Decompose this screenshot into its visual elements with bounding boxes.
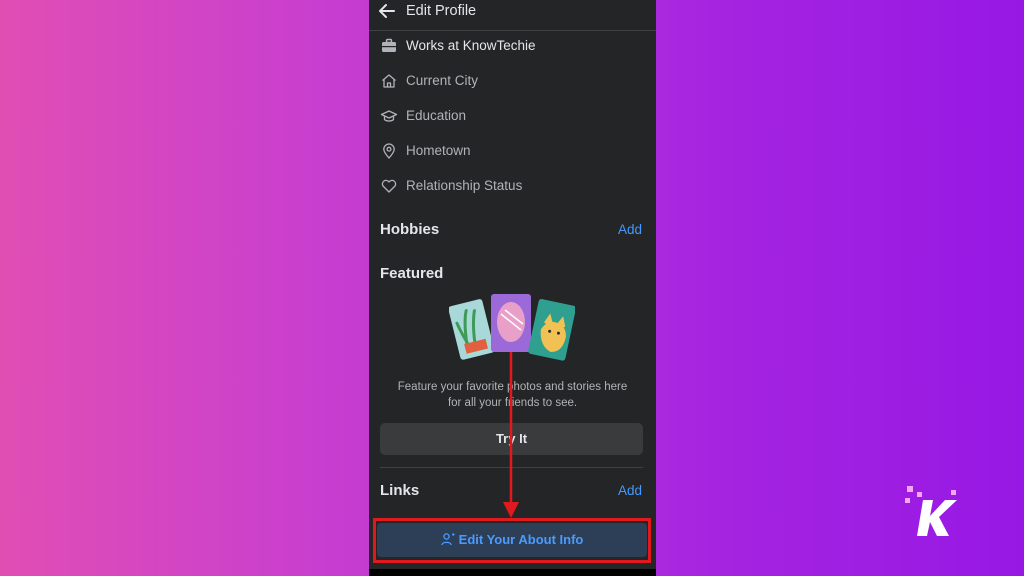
featured-heading: Featured [380, 265, 444, 282]
location-pin-icon [383, 143, 395, 159]
page-title: Edit Profile [406, 3, 477, 19]
app-header: Edit Profile [369, 0, 656, 31]
graduation-cap-icon [380, 110, 398, 122]
hobbies-add-link[interactable]: Add [618, 222, 642, 237]
heart-icon [381, 179, 397, 193]
info-row-label: Relationship Status [406, 178, 523, 193]
info-row-label: Hometown [406, 143, 471, 158]
annotation-arrow [503, 352, 519, 518]
info-row-work[interactable]: Works at KnowTechie [380, 35, 640, 57]
links-add-link[interactable]: Add [618, 483, 642, 498]
annotation-highlight-box [373, 518, 651, 563]
info-row-relationship[interactable]: Relationship Status [380, 175, 640, 197]
info-row-label: Current City [406, 73, 479, 88]
info-row-hometown[interactable]: Hometown [380, 140, 640, 162]
briefcase-icon [382, 38, 396, 52]
links-heading: Links [380, 482, 420, 499]
info-row-label: Works at KnowTechie [406, 38, 536, 53]
navigation-bar [369, 569, 656, 576]
knowtechie-logo [905, 486, 957, 536]
hobbies-heading: Hobbies [380, 221, 440, 238]
back-arrow-icon[interactable] [377, 1, 397, 21]
info-row-current-city[interactable]: Current City [380, 70, 640, 92]
home-icon [382, 74, 396, 88]
info-row-education[interactable]: Education [380, 105, 640, 127]
info-row-label: Education [406, 108, 467, 123]
